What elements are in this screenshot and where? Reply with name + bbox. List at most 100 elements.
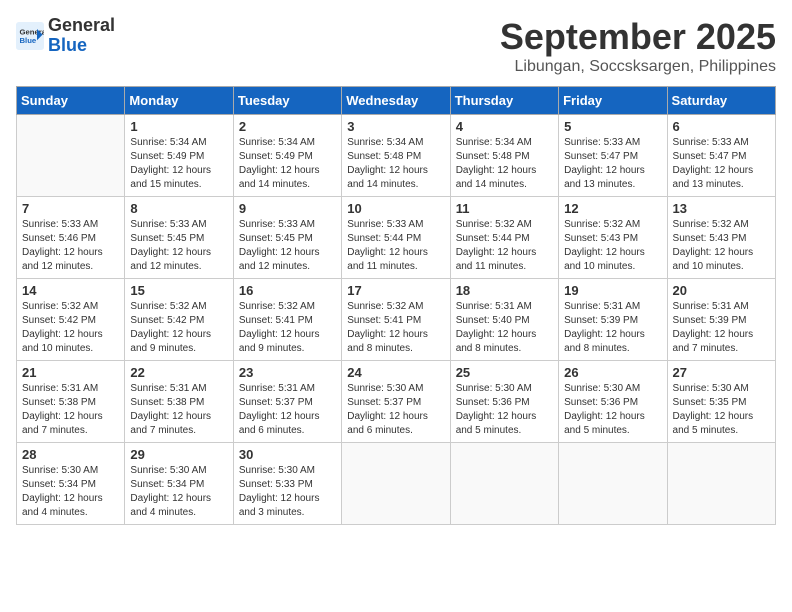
calendar-cell: 30 Sunrise: 5:30 AMSunset: 5:33 PMDayligh… xyxy=(233,443,341,525)
calendar-cell: 7 Sunrise: 5:33 AMSunset: 5:46 PMDaylight… xyxy=(17,197,125,279)
day-number: 11 xyxy=(456,201,553,216)
day-number: 17 xyxy=(347,283,444,298)
calendar-cell: 9 Sunrise: 5:33 AMSunset: 5:45 PMDaylight… xyxy=(233,197,341,279)
calendar-cell: 10Sunrise: 5:33 AMSunset: 5:44 PMDayligh… xyxy=(342,197,450,279)
logo-blue: Blue xyxy=(48,36,115,56)
day-number: 28 xyxy=(22,447,119,462)
day-header-thursday: Thursday xyxy=(450,87,558,115)
calendar-cell: 8 Sunrise: 5:33 AMSunset: 5:45 PMDaylight… xyxy=(125,197,233,279)
calendar-cell: 3 Sunrise: 5:34 AMSunset: 5:48 PMDaylight… xyxy=(342,115,450,197)
day-info: Sunrise: 5:31 AMSunset: 5:38 PMDaylight:… xyxy=(22,382,119,438)
day-info: Sunrise: 5:32 AMSunset: 5:44 PMDaylight:… xyxy=(456,218,553,274)
calendar-cell: 29 Sunrise: 5:30 AMSunset: 5:34 PMDayligh… xyxy=(125,443,233,525)
day-header-monday: Monday xyxy=(125,87,233,115)
day-info: Sunrise: 5:34 AMSunset: 5:48 PMDaylight:… xyxy=(347,136,444,192)
day-number: 24 xyxy=(347,365,444,380)
calendar-cell: 18 Sunrise: 5:31 AMSunset: 5:40 PMDayligh… xyxy=(450,279,558,361)
calendar-cell: 21Sunrise: 5:31 AMSunset: 5:38 PMDayligh… xyxy=(17,361,125,443)
day-info: Sunrise: 5:32 AMSunset: 5:41 PMDaylight:… xyxy=(347,300,444,356)
day-header-friday: Friday xyxy=(559,87,667,115)
day-info: Sunrise: 5:33 AMSunset: 5:47 PMDaylight:… xyxy=(564,136,661,192)
day-header-tuesday: Tuesday xyxy=(233,87,341,115)
calendar-cell: 24 Sunrise: 5:30 AMSunset: 5:37 PMDayligh… xyxy=(342,361,450,443)
day-number: 2 xyxy=(239,119,336,134)
day-info: Sunrise: 5:31 AMSunset: 5:39 PMDaylight:… xyxy=(673,300,770,356)
calendar-cell: 19Sunrise: 5:31 AMSunset: 5:39 PMDayligh… xyxy=(559,279,667,361)
day-number: 3 xyxy=(347,119,444,134)
day-info: Sunrise: 5:31 AMSunset: 5:40 PMDaylight:… xyxy=(456,300,553,356)
day-info: Sunrise: 5:33 AMSunset: 5:46 PMDaylight:… xyxy=(22,218,119,274)
calendar-cell: 16 Sunrise: 5:32 AMSunset: 5:41 PMDayligh… xyxy=(233,279,341,361)
day-info: Sunrise: 5:30 AMSunset: 5:33 PMDaylight:… xyxy=(239,464,336,520)
day-number: 25 xyxy=(456,365,553,380)
day-info: Sunrise: 5:32 AMSunset: 5:43 PMDaylight:… xyxy=(564,218,661,274)
location-title: Libungan, Soccsksargen, Philippines xyxy=(500,58,776,76)
month-title: September 2025 xyxy=(500,16,776,58)
calendar-cell: 27 Sunrise: 5:30 AMSunset: 5:35 PMDayligh… xyxy=(667,361,775,443)
day-number: 5 xyxy=(564,119,661,134)
day-number: 27 xyxy=(673,365,770,380)
day-number: 6 xyxy=(673,119,770,134)
day-info: Sunrise: 5:30 AMSunset: 5:36 PMDaylight:… xyxy=(456,382,553,438)
day-info: Sunrise: 5:33 AMSunset: 5:47 PMDaylight:… xyxy=(673,136,770,192)
day-number: 14 xyxy=(22,283,119,298)
day-info: Sunrise: 5:31 AMSunset: 5:37 PMDaylight:… xyxy=(239,382,336,438)
day-info: Sunrise: 5:33 AMSunset: 5:45 PMDaylight:… xyxy=(239,218,336,274)
calendar-cell: 5 Sunrise: 5:33 AMSunset: 5:47 PMDaylight… xyxy=(559,115,667,197)
day-info: Sunrise: 5:31 AMSunset: 5:39 PMDaylight:… xyxy=(564,300,661,356)
calendar-cell: 14 Sunrise: 5:32 AMSunset: 5:42 PMDayligh… xyxy=(17,279,125,361)
day-number: 22 xyxy=(130,365,227,380)
day-info: Sunrise: 5:33 AMSunset: 5:45 PMDaylight:… xyxy=(130,218,227,274)
day-info: Sunrise: 5:30 AMSunset: 5:37 PMDaylight:… xyxy=(347,382,444,438)
day-number: 9 xyxy=(239,201,336,216)
day-info: Sunrise: 5:32 AMSunset: 5:42 PMDaylight:… xyxy=(22,300,119,356)
day-number: 12 xyxy=(564,201,661,216)
day-info: Sunrise: 5:34 AMSunset: 5:49 PMDaylight:… xyxy=(130,136,227,192)
day-number: 4 xyxy=(456,119,553,134)
calendar-cell: 11 Sunrise: 5:32 AMSunset: 5:44 PMDayligh… xyxy=(450,197,558,279)
calendar-cell: 4 Sunrise: 5:34 AMSunset: 5:48 PMDaylight… xyxy=(450,115,558,197)
day-info: Sunrise: 5:30 AMSunset: 5:35 PMDaylight:… xyxy=(673,382,770,438)
day-number: 15 xyxy=(130,283,227,298)
calendar-cell: 6 Sunrise: 5:33 AMSunset: 5:47 PMDaylight… xyxy=(667,115,775,197)
calendar-cell xyxy=(559,443,667,525)
calendar-cell xyxy=(667,443,775,525)
day-info: Sunrise: 5:32 AMSunset: 5:41 PMDaylight:… xyxy=(239,300,336,356)
calendar-cell xyxy=(450,443,558,525)
calendar-cell: 13 Sunrise: 5:32 AMSunset: 5:43 PMDayligh… xyxy=(667,197,775,279)
day-info: Sunrise: 5:34 AMSunset: 5:49 PMDaylight:… xyxy=(239,136,336,192)
logo: General Blue General Blue xyxy=(16,16,115,56)
day-header-wednesday: Wednesday xyxy=(342,87,450,115)
calendar-cell: 12 Sunrise: 5:32 AMSunset: 5:43 PMDayligh… xyxy=(559,197,667,279)
calendar-cell: 15 Sunrise: 5:32 AMSunset: 5:42 PMDayligh… xyxy=(125,279,233,361)
day-number: 23 xyxy=(239,365,336,380)
day-header-saturday: Saturday xyxy=(667,87,775,115)
calendar-cell: 2 Sunrise: 5:34 AMSunset: 5:49 PMDaylight… xyxy=(233,115,341,197)
calendar-cell: 17 Sunrise: 5:32 AMSunset: 5:41 PMDayligh… xyxy=(342,279,450,361)
calendar-cell: 23 Sunrise: 5:31 AMSunset: 5:37 PMDayligh… xyxy=(233,361,341,443)
svg-text:Blue: Blue xyxy=(20,36,37,45)
day-info: Sunrise: 5:34 AMSunset: 5:48 PMDaylight:… xyxy=(456,136,553,192)
day-header-sunday: Sunday xyxy=(17,87,125,115)
day-number: 10 xyxy=(347,201,444,216)
day-info: Sunrise: 5:30 AMSunset: 5:34 PMDaylight:… xyxy=(22,464,119,520)
day-info: Sunrise: 5:32 AMSunset: 5:42 PMDaylight:… xyxy=(130,300,227,356)
calendar-table: SundayMondayTuesdayWednesdayThursdayFrid… xyxy=(16,86,776,525)
day-number: 16 xyxy=(239,283,336,298)
day-number: 18 xyxy=(456,283,553,298)
logo-icon: General Blue xyxy=(16,22,44,50)
calendar-cell: 1Sunrise: 5:34 AMSunset: 5:49 PMDaylight… xyxy=(125,115,233,197)
day-number: 13 xyxy=(673,201,770,216)
calendar-cell xyxy=(17,115,125,197)
day-info: Sunrise: 5:30 AMSunset: 5:34 PMDaylight:… xyxy=(130,464,227,520)
calendar-cell: 28 Sunrise: 5:30 AMSunset: 5:34 PMDayligh… xyxy=(17,443,125,525)
day-number: 29 xyxy=(130,447,227,462)
calendar-cell: 20Sunrise: 5:31 AMSunset: 5:39 PMDayligh… xyxy=(667,279,775,361)
day-number: 8 xyxy=(130,201,227,216)
day-info: Sunrise: 5:32 AMSunset: 5:43 PMDaylight:… xyxy=(673,218,770,274)
calendar-cell: 22 Sunrise: 5:31 AMSunset: 5:38 PMDayligh… xyxy=(125,361,233,443)
day-number: 30 xyxy=(239,447,336,462)
day-number: 26 xyxy=(564,365,661,380)
day-number: 7 xyxy=(22,201,119,216)
day-info: Sunrise: 5:31 AMSunset: 5:38 PMDaylight:… xyxy=(130,382,227,438)
